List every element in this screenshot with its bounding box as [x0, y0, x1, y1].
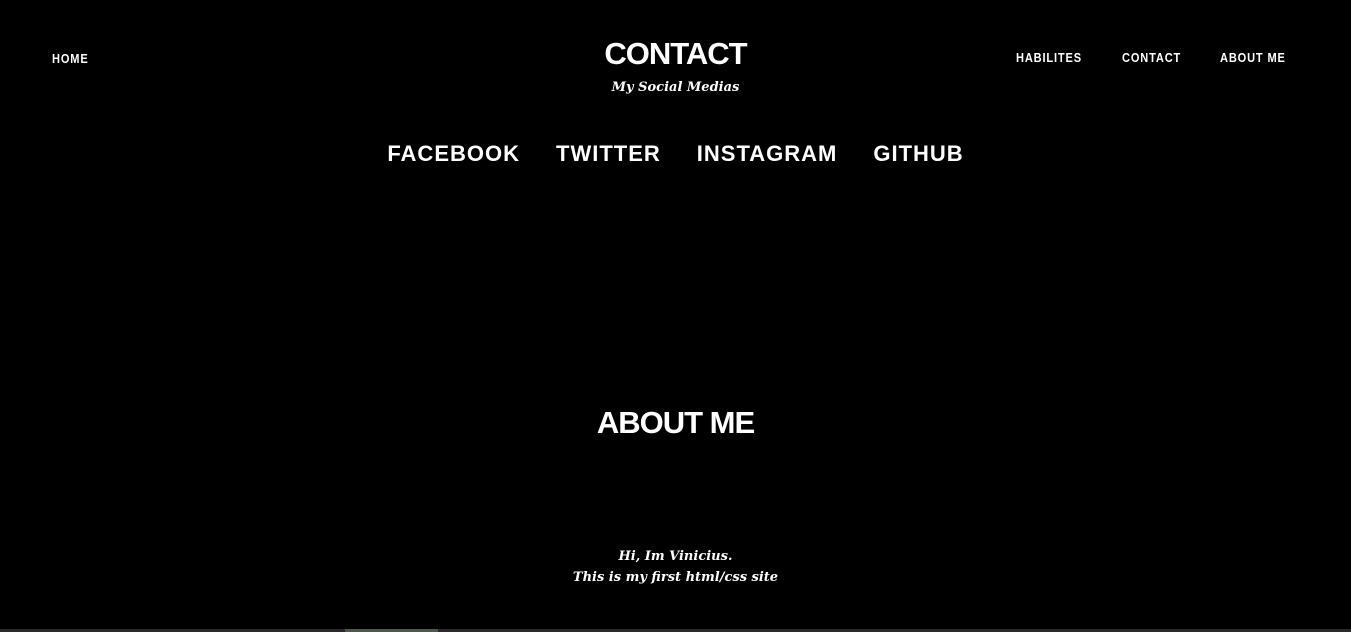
social-links: FACEBOOK TWITTER INSTAGRAM GITHUB [0, 141, 1351, 167]
nav-about-me-link[interactable]: ABOUT ME [1220, 50, 1286, 65]
instagram-link[interactable]: INSTAGRAM [697, 141, 838, 167]
about-line-1: Hi, Im Vinicius. [618, 549, 733, 564]
github-link[interactable]: GITHUB [873, 141, 963, 167]
nav-contact-link[interactable]: CONTACT [1122, 50, 1181, 65]
contact-subtitle: My Social Medias [611, 80, 740, 95]
facebook-link[interactable]: FACEBOOK [387, 141, 520, 167]
twitter-link[interactable]: TWITTER [556, 141, 661, 167]
about-title: ABOUT ME [596, 405, 755, 440]
nav-right: HABILITES CONTACT ABOUT ME [1016, 50, 1297, 65]
nav-habilites-link[interactable]: HABILITES [1016, 50, 1082, 65]
about-line-2: This is my first html/css site [572, 570, 779, 585]
about-text: Hi, Im Vinicius. This is my first html/c… [0, 546, 1351, 588]
